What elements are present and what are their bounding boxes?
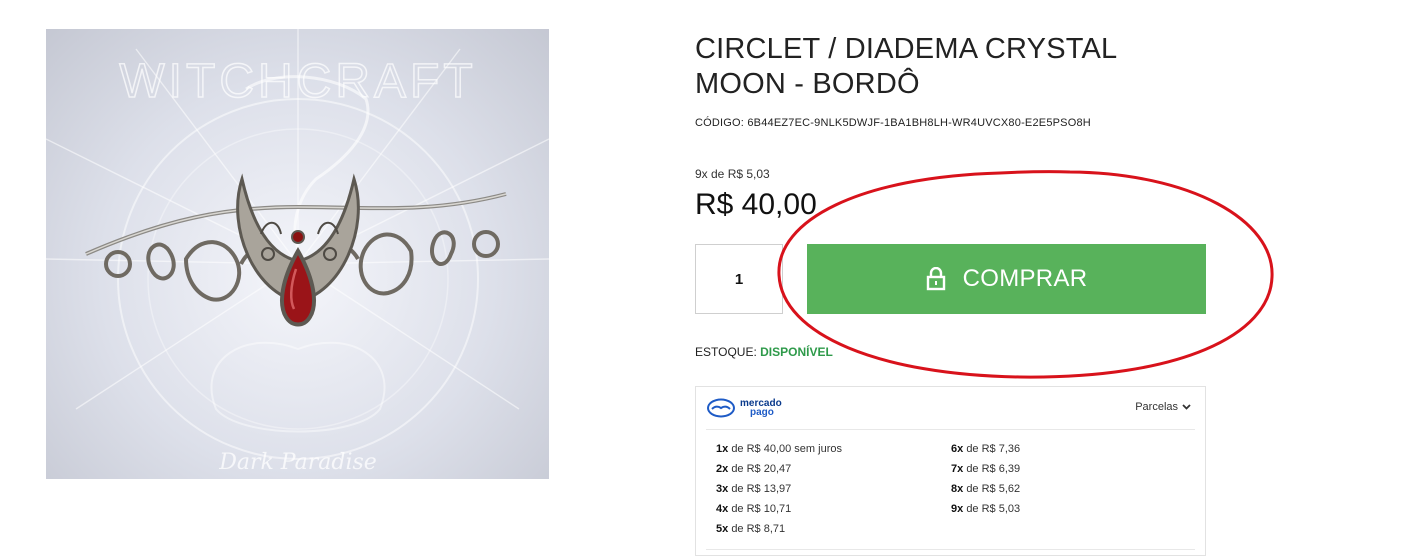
installment-row: 2x de R$ 20,47 xyxy=(716,462,842,482)
parcelas-label: Parcelas xyxy=(1135,401,1178,413)
mercado-pago-logo: mercado pago xyxy=(706,397,782,419)
product-price: R$ 40,00 xyxy=(695,188,817,221)
installment-value: de R$ 40,00 sem juros xyxy=(731,443,842,455)
installment-count: 8x xyxy=(951,483,964,495)
installments-column-right: 6x de R$ 7,36 7x de R$ 6,39 8x de R$ 5,6… xyxy=(951,442,1020,522)
circlet-illustration: WITCHCRAFT Dark Paradise xyxy=(46,29,549,475)
product-title-line1: CIRCLET / DIADEMA CRYSTAL xyxy=(695,33,1118,65)
installment-hint: 9x de R$ 5,03 xyxy=(695,167,770,181)
installment-count: 6x xyxy=(951,443,964,455)
installment-row: 9x de R$ 5,03 xyxy=(951,502,1020,522)
installment-count: 9x xyxy=(951,503,964,515)
stock-label: ESTOQUE: xyxy=(695,345,757,359)
installment-row: 3x de R$ 13,97 xyxy=(716,482,842,502)
lock-icon xyxy=(926,267,946,291)
installment-value: de R$ 10,71 xyxy=(731,503,792,515)
watermark-title: WITCHCRAFT xyxy=(119,55,476,108)
installments-column-left: 1x de R$ 40,00 sem juros 2x de R$ 20,47 … xyxy=(716,442,842,542)
installment-row: 4x de R$ 10,71 xyxy=(716,502,842,522)
payment-installments-box: mercado pago Parcelas 1x de R$ 40,00 sem… xyxy=(695,386,1206,556)
installment-count: 2x xyxy=(716,463,729,475)
installment-count: 5x xyxy=(716,523,729,535)
installment-row: 5x de R$ 8,71 xyxy=(716,522,842,542)
product-code-label: CÓDIGO: xyxy=(695,117,745,129)
buy-button-label: COMPRAR xyxy=(962,265,1088,292)
installment-row: 1x de R$ 40,00 sem juros xyxy=(716,442,842,462)
buy-button[interactable]: COMPRAR xyxy=(807,244,1206,314)
handshake-icon xyxy=(707,398,735,418)
provider-line2: pago xyxy=(750,407,774,418)
quantity-input[interactable]: 1 xyxy=(695,244,783,314)
product-title-line2: MOON - BORDÔ xyxy=(695,68,920,100)
installment-row: 7x de R$ 6,39 xyxy=(951,462,1020,482)
installment-count: 1x xyxy=(716,443,729,455)
installment-value: de R$ 20,47 xyxy=(731,463,792,475)
installment-value: de R$ 5,62 xyxy=(966,483,1021,495)
chevron-down-icon xyxy=(1182,404,1191,410)
stock-status: ESTOQUE: DISPONÍVEL xyxy=(695,345,833,359)
installment-value: de R$ 13,97 xyxy=(731,483,792,495)
installment-count: 3x xyxy=(716,483,729,495)
product-image[interactable]: WITCHCRAFT Dark Paradise xyxy=(46,29,549,479)
quantity-value: 1 xyxy=(734,270,744,288)
installment-value: de R$ 7,36 xyxy=(966,443,1021,455)
installment-row: 8x de R$ 5,62 xyxy=(951,482,1020,502)
installment-value: de R$ 6,39 xyxy=(966,463,1021,475)
installment-value: de R$ 8,71 xyxy=(731,523,786,535)
watermark-signature: Dark Paradise xyxy=(218,450,377,475)
installment-count: 7x xyxy=(951,463,964,475)
installment-count: 4x xyxy=(716,503,729,515)
product-title: CIRCLET / DIADEMA CRYSTAL MOON - BORDÔ xyxy=(695,32,1135,102)
product-code-value: 6B44EZ7EC-9NLK5DWJF-1BA1BH8LH-WR4UVCX80-… xyxy=(747,117,1091,129)
product-code: CÓDIGO: 6B44EZ7EC-9NLK5DWJF-1BA1BH8LH-WR… xyxy=(695,117,1091,129)
payment-header: mercado pago Parcelas xyxy=(706,387,1195,430)
installment-value: de R$ 5,03 xyxy=(966,503,1021,515)
stock-availability: DISPONÍVEL xyxy=(760,345,833,359)
parcelas-dropdown[interactable]: Parcelas xyxy=(1135,401,1191,413)
installment-row: 6x de R$ 7,36 xyxy=(951,442,1020,462)
